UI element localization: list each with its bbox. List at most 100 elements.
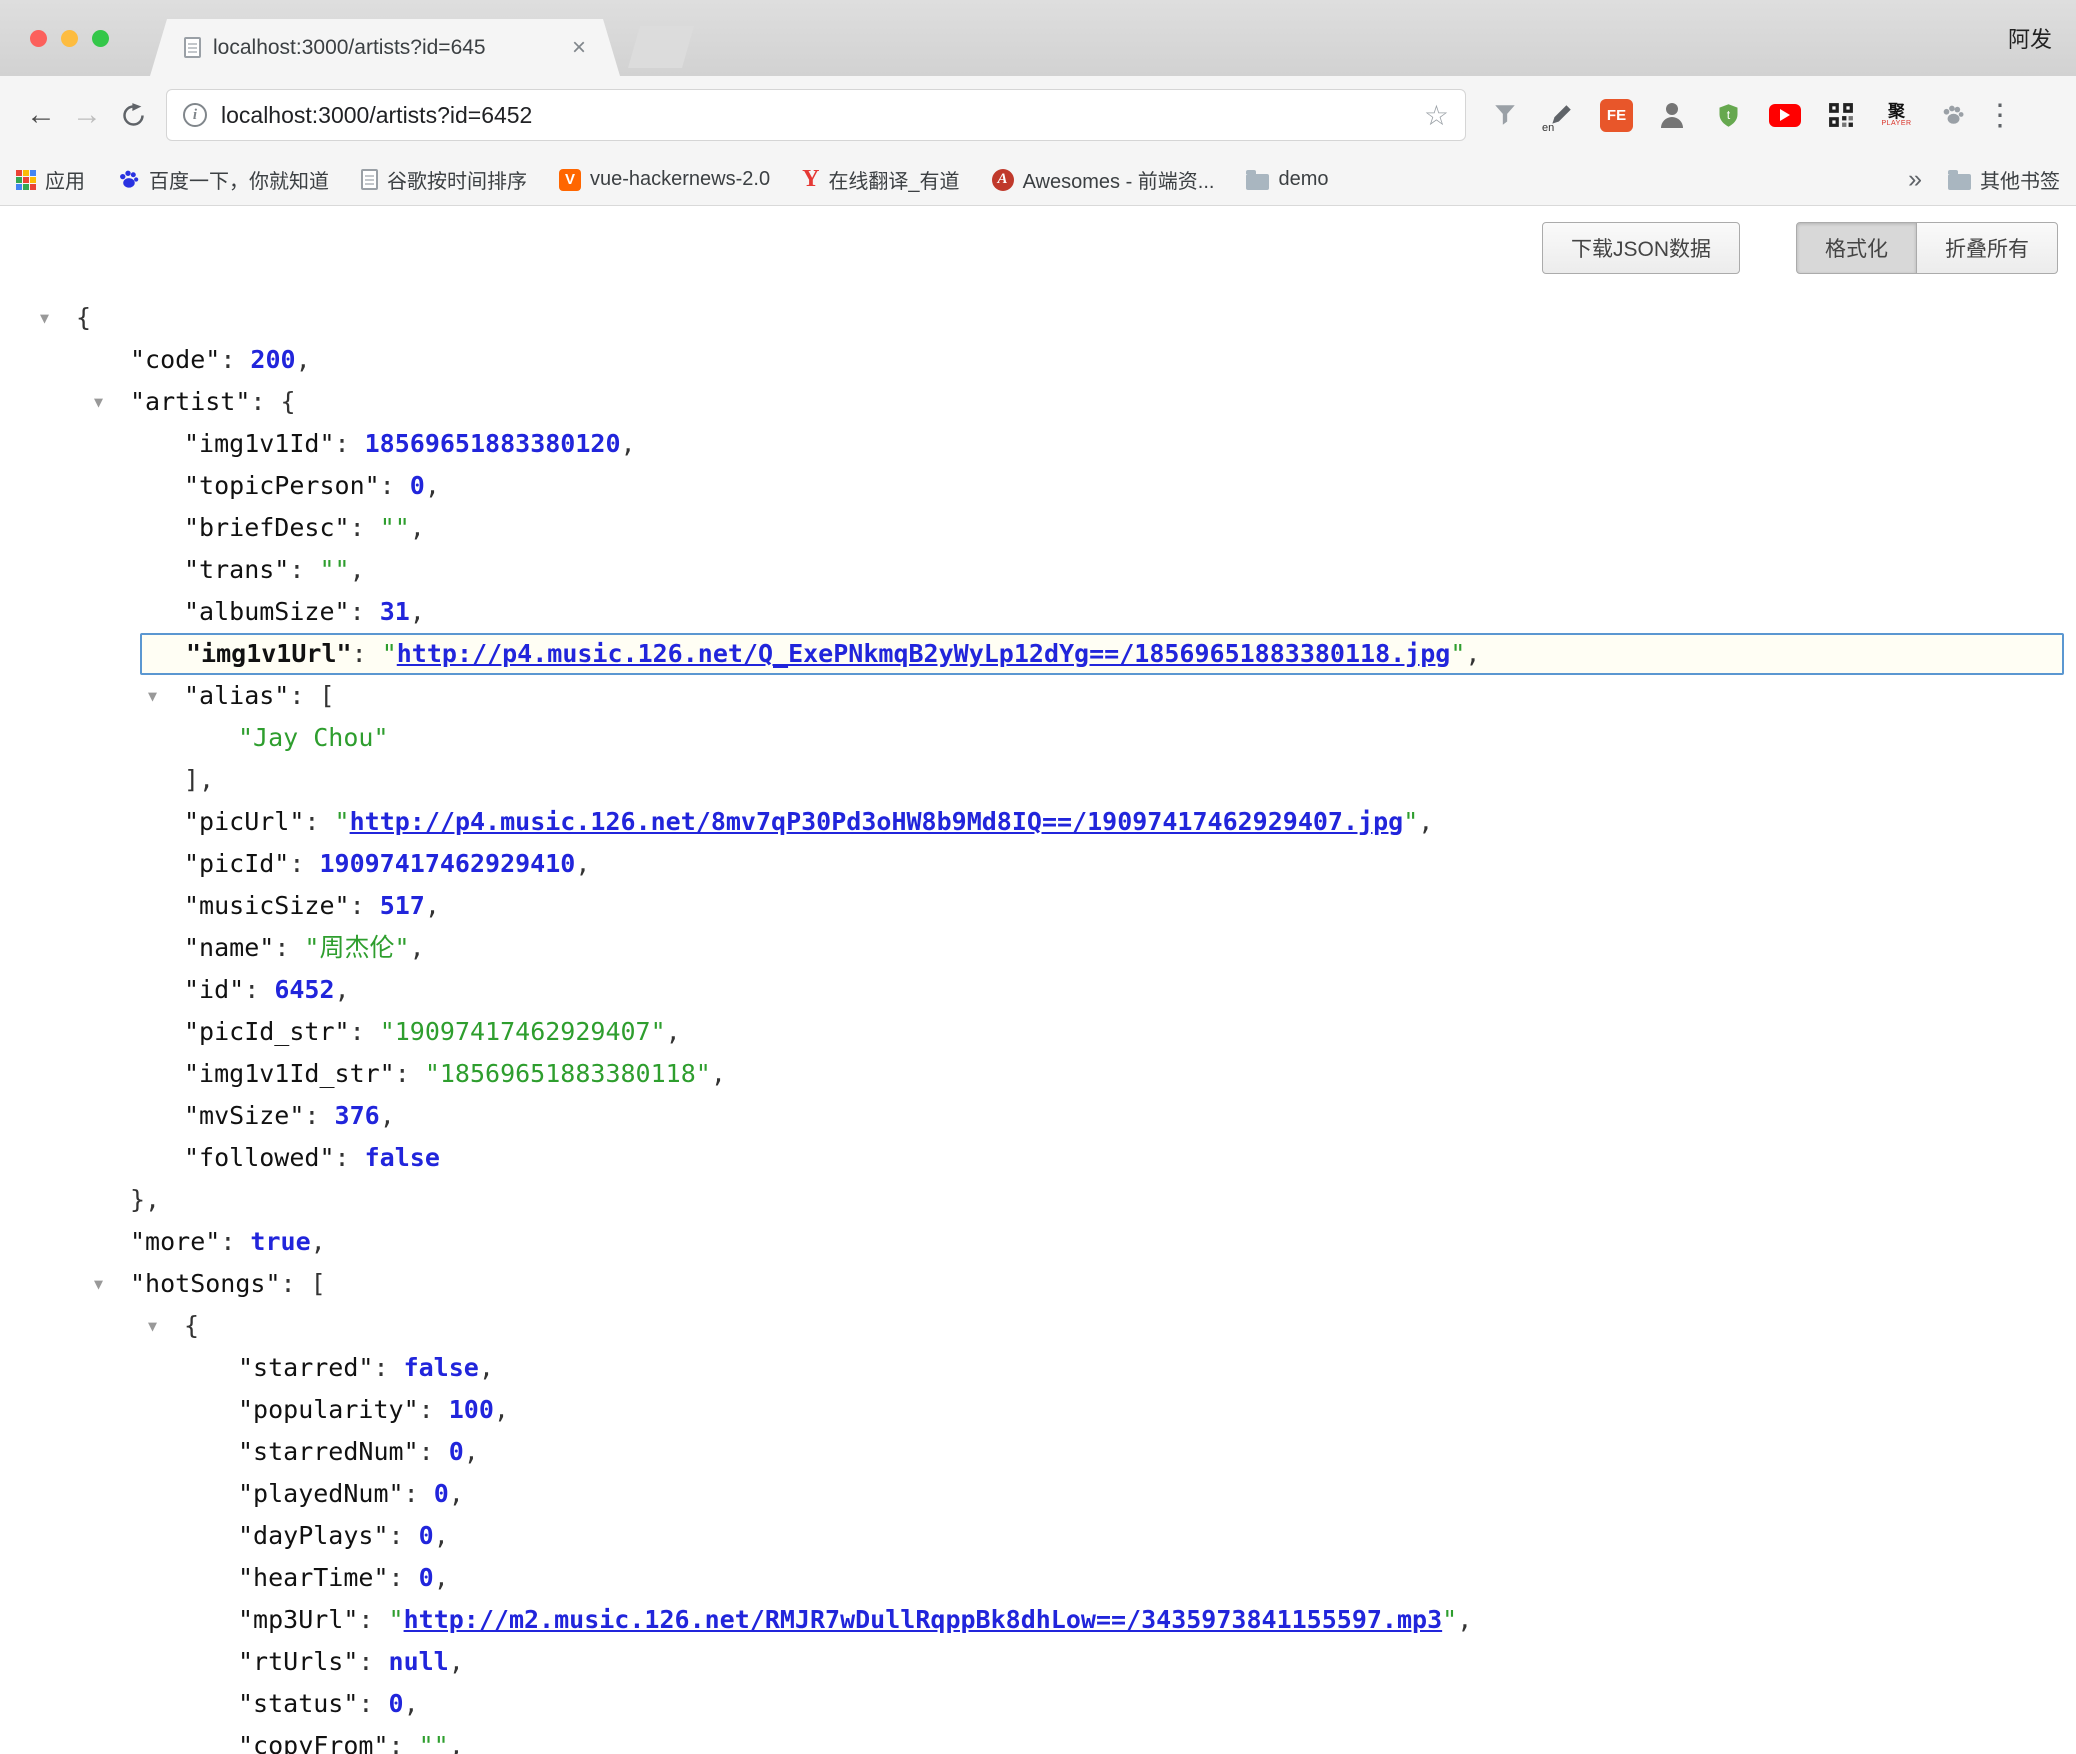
browser-menu-icon[interactable]: ⋮	[1985, 98, 2015, 133]
youtube-extension-icon[interactable]	[1768, 99, 1801, 132]
player-extension-icon[interactable]: 聚 PLAYER	[1880, 99, 1913, 132]
bookmark-baidu[interactable]: 百度一下，你就知道	[117, 165, 329, 194]
json-line: "picUrl": "http://p4.music.126.net/8mv7q…	[0, 801, 2076, 843]
person-extension-icon[interactable]	[1656, 99, 1689, 132]
json-key: "dayPlays"	[238, 1521, 389, 1550]
json-token: :	[350, 891, 380, 920]
json-key: "alias"	[184, 681, 289, 710]
format-button-group: 格式化 折叠所有	[1796, 222, 2058, 274]
collapse-toggle-icon[interactable]: ▼	[148, 1305, 157, 1347]
json-token: :	[389, 1563, 419, 1592]
player-glyph: 聚	[1888, 103, 1905, 120]
json-token: :	[395, 1059, 425, 1088]
json-token: false	[365, 1143, 440, 1172]
bookmark-apps[interactable]: 应用	[16, 165, 85, 194]
collapse-all-button[interactable]: 折叠所有	[1916, 222, 2058, 274]
json-line: "copyFrom": "",	[0, 1725, 2076, 1754]
json-line: "picId_str": "19097417462929407",	[0, 1011, 2076, 1053]
json-token: ,	[494, 1395, 509, 1424]
json-line: "topicPerson": 0,	[0, 465, 2076, 507]
page-content: 下载JSON数据 格式化 折叠所有 ▼{"code": 200,▼"artist…	[0, 206, 2076, 1754]
qrcode-extension-icon[interactable]	[1824, 99, 1857, 132]
page-favicon	[184, 37, 201, 58]
bookmark-vue-hackernews[interactable]: V vue-hackernews-2.0	[559, 168, 770, 191]
tab-close-icon[interactable]: ×	[572, 36, 586, 60]
shield-extension-icon[interactable]: t	[1712, 99, 1745, 132]
folder-icon	[1246, 174, 1269, 190]
bookmark-youdao[interactable]: Y 在线翻译_有道	[802, 165, 959, 194]
back-button[interactable]: ←	[18, 92, 64, 138]
json-token: :	[304, 1101, 334, 1130]
json-line: ▼"artist": {	[0, 381, 2076, 423]
close-window-button[interactable]	[30, 30, 47, 47]
minimize-window-button[interactable]	[61, 30, 78, 47]
format-button[interactable]: 格式化	[1796, 222, 1917, 274]
other-bookmarks-folder[interactable]: 其他书签	[1948, 165, 2060, 194]
json-line: ▼{	[0, 297, 2076, 339]
url-link[interactable]: http://p4.music.126.net/Q_ExePNkmqB2yWyL…	[397, 639, 1451, 668]
json-line: "img1v1Id_str": "18569651883380118",	[0, 1053, 2076, 1095]
json-token: :	[274, 933, 304, 962]
collapse-toggle-icon[interactable]: ▼	[40, 297, 49, 339]
forward-button: →	[64, 92, 110, 138]
json-token: :	[389, 1731, 419, 1754]
paw-extension-icon[interactable]	[1936, 99, 1969, 132]
bookmark-demo-folder[interactable]: demo	[1246, 168, 1328, 191]
bookmark-label: demo	[1278, 168, 1328, 191]
json-key: "more"	[130, 1227, 220, 1256]
json-token: ,	[479, 1353, 494, 1382]
fe-extension-icon[interactable]: FE	[1600, 99, 1633, 132]
bookmark-google-sort[interactable]: 谷歌按时间排序	[361, 165, 527, 194]
json-token: 0	[389, 1689, 404, 1718]
url-text[interactable]: localhost:3000/artists?id=6452	[221, 102, 1424, 129]
json-key: "albumSize"	[184, 597, 350, 626]
json-token: ,	[575, 849, 590, 878]
collapse-toggle-icon[interactable]: ▼	[94, 381, 103, 423]
json-token: false	[404, 1353, 479, 1382]
maximize-window-button[interactable]	[92, 30, 109, 47]
translate-pen-extension-icon[interactable]: en	[1544, 99, 1577, 132]
json-line: "playedNum": 0,	[0, 1473, 2076, 1515]
address-bar[interactable]: i localhost:3000/artists?id=6452 ☆	[166, 89, 1466, 141]
json-line: "id": 6452,	[0, 969, 2076, 1011]
profile-name[interactable]: 阿发	[2008, 22, 2052, 54]
json-token: ""	[380, 513, 410, 542]
json-token: :	[358, 1689, 388, 1718]
new-tab-button[interactable]	[628, 26, 694, 68]
json-key: "picUrl"	[184, 807, 304, 836]
url-link[interactable]: http://p4.music.126.net/8mv7qP30Pd3oHW8b…	[350, 807, 1404, 836]
json-token: ,	[434, 1521, 449, 1550]
download-json-button[interactable]: 下载JSON数据	[1542, 222, 1740, 274]
funnel-extension-icon[interactable]	[1488, 99, 1521, 132]
apps-grid-icon	[16, 170, 36, 190]
json-token: 19097417462929410	[319, 849, 575, 878]
json-token: ""	[419, 1731, 449, 1754]
json-token: :	[350, 513, 380, 542]
collapse-toggle-icon[interactable]: ▼	[148, 675, 157, 717]
json-key: "followed"	[184, 1143, 335, 1172]
json-key: "copyFrom"	[238, 1731, 389, 1754]
json-token: ,	[410, 933, 425, 962]
json-key: "img1v1Id_str"	[184, 1059, 395, 1088]
json-key: "mvSize"	[184, 1101, 304, 1130]
collapse-toggle-icon[interactable]: ▼	[94, 1263, 103, 1305]
json-token: : [	[289, 681, 334, 710]
json-token: ""	[319, 555, 349, 584]
json-key: "playedNum"	[238, 1479, 404, 1508]
json-token: ,	[1418, 807, 1433, 836]
json-token: ,	[425, 471, 440, 500]
json-token: true	[250, 1227, 310, 1256]
reload-button[interactable]	[110, 92, 156, 138]
bookmark-awesomes[interactable]: A Awesomes - 前端资...	[992, 165, 1215, 194]
bookmark-star-icon[interactable]: ☆	[1424, 99, 1449, 132]
bookmarks-overflow-icon[interactable]: »	[1908, 165, 1922, 194]
other-bookmarks-label: 其他书签	[1980, 165, 2060, 194]
url-link[interactable]: http://m2.music.126.net/RMJR7wDullRqppBk…	[404, 1605, 1443, 1634]
json-token: :	[220, 345, 250, 374]
json-token: ,	[350, 555, 365, 584]
json-token: 200	[250, 345, 295, 374]
json-token: :	[244, 975, 274, 1004]
json-token: "	[382, 639, 397, 668]
browser-tab[interactable]: localhost:3000/artists?id=645 ×	[150, 19, 620, 76]
site-info-icon[interactable]: i	[183, 103, 207, 127]
